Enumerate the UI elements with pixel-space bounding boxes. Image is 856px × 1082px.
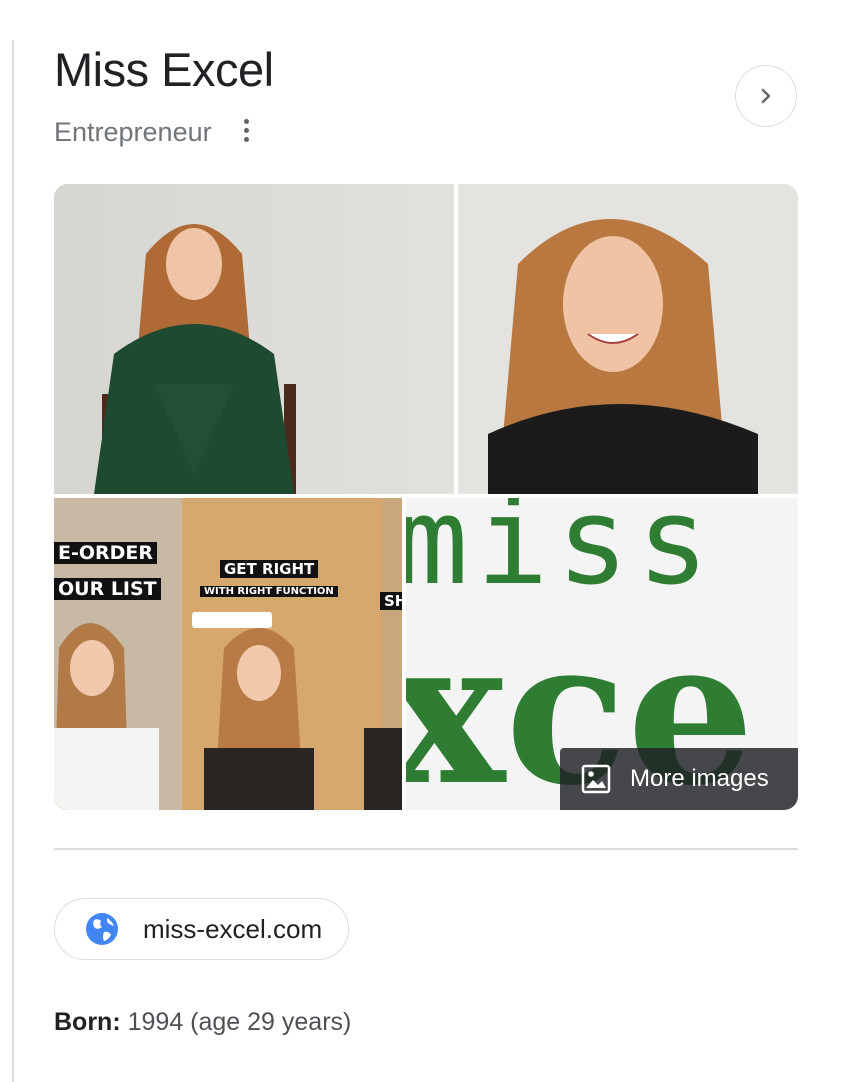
born-fact: Born: 1994 (age 29 years) <box>54 1004 351 1040</box>
image-tile-2[interactable] <box>458 184 798 494</box>
image-tile-3[interactable]: E-ORDER OUR LIST GET RIGHT WITH RIGHT FU… <box>54 498 402 810</box>
born-value: 1994 (age 29 years) <box>127 1008 352 1036</box>
next-button[interactable] <box>735 65 797 127</box>
chevron-right-icon <box>761 88 771 104</box>
more-options-icon[interactable] <box>236 116 256 146</box>
overlay-text: OUR LIST <box>54 578 161 600</box>
globe-icon <box>86 913 118 945</box>
more-images-button[interactable]: More images <box>560 748 798 810</box>
logo-text-top: miss <box>406 498 717 612</box>
overlay-text: E-ORDER <box>54 542 158 564</box>
section-divider <box>54 848 798 850</box>
caption-bubble <box>192 612 272 628</box>
image-grid: E-ORDER OUR LIST GET RIGHT WITH RIGHT FU… <box>54 184 798 810</box>
photo-green-jumpsuit <box>54 184 454 494</box>
entity-subtitle: Entrepreneur <box>54 117 212 147</box>
overlay-text: SH <box>380 592 402 610</box>
website-link[interactable]: miss-excel.com <box>143 914 322 945</box>
image-tile-4[interactable]: miss xce More images <box>406 498 798 810</box>
more-images-label: More images <box>630 765 769 792</box>
born-label: Born: <box>54 1008 121 1036</box>
entity-title: Miss Excel <box>54 43 274 96</box>
website-chip[interactable]: miss-excel.com <box>54 898 350 960</box>
panel-left-border <box>12 40 14 1082</box>
overlay-text: WITH RIGHT FUNCTION <box>200 586 338 597</box>
photo-portrait-black-top <box>458 184 798 494</box>
image-icon <box>581 764 611 794</box>
image-tile-1[interactable] <box>54 184 454 494</box>
overlay-text: GET RIGHT <box>220 560 319 578</box>
